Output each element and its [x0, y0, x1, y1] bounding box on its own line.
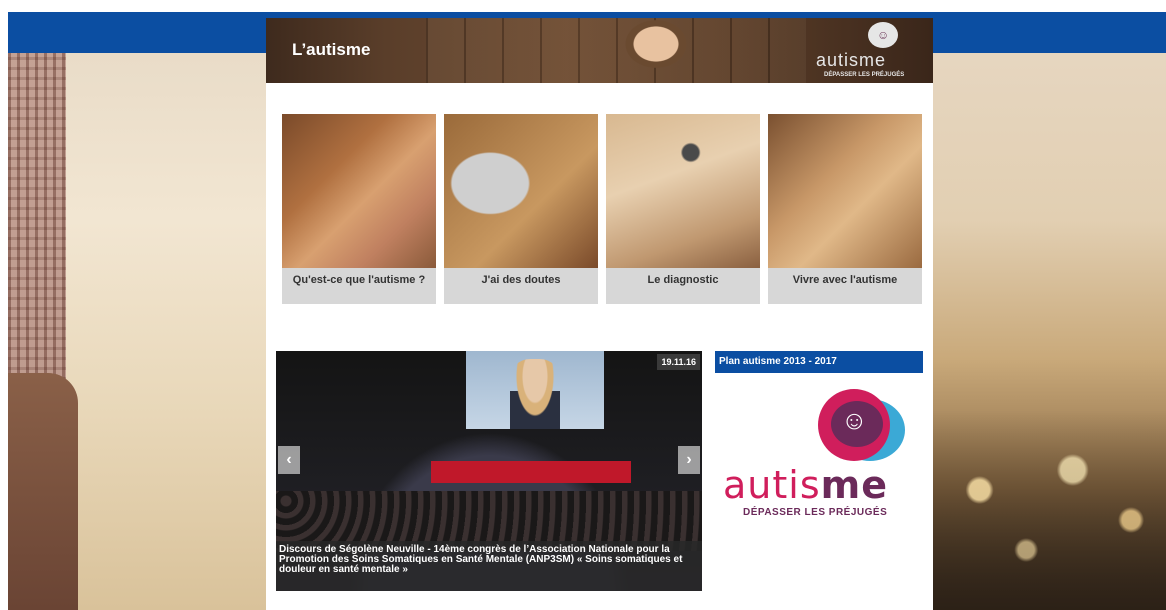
smile-face-icon: ☺	[841, 405, 868, 435]
slide-projection-screen	[466, 351, 604, 429]
background-figure-body	[8, 373, 78, 610]
chevron-right-icon[interactable]: ›	[678, 446, 700, 474]
tile-le-diagnostic[interactable]: Le diagnostic	[606, 114, 760, 304]
tile-photo	[282, 114, 436, 268]
slide-date-badge: 19.11.16	[657, 354, 700, 370]
slide-speaker-figure	[510, 359, 560, 429]
background-right-image	[933, 53, 1166, 610]
tile-photo	[444, 114, 598, 268]
tile-label: Qu'est-ce que l'autisme ?	[292, 274, 426, 286]
autisme-logo-large[interactable]: ☺ autisme DÉPASSER LES PRÉJUGÉS	[723, 389, 913, 519]
background-left-image	[8, 53, 266, 610]
tile-vivre-avec-lautisme[interactable]: Vivre avec l'autisme	[768, 114, 922, 304]
background-bokeh	[933, 410, 1166, 610]
tile-jai-des-doutes[interactable]: J'ai des doutes	[444, 114, 598, 304]
autisme-logo-small[interactable]: ☺ autisme DÉPASSER LES PRÉJUGÉS	[812, 20, 930, 82]
page-banner: L’autisme ☺ autisme DÉPASSER LES PRÉJUGÉ…	[266, 18, 933, 83]
logo-tagline: DÉPASSER LES PRÉJUGÉS	[824, 72, 905, 78]
sidebar-header[interactable]: Plan autisme 2013 - 2017	[715, 351, 923, 373]
tile-photo	[768, 114, 922, 268]
chevron-left-icon[interactable]: ‹	[278, 446, 300, 474]
tile-photo	[606, 114, 760, 268]
tile-label: Vivre avec l'autisme	[792, 274, 898, 286]
smile-bubble-icon: ☺	[868, 22, 898, 48]
logo-word: autisme	[723, 463, 888, 507]
news-slider[interactable]: 19.11.16 ‹ › Discours de Ségolène Neuvil…	[276, 351, 702, 591]
page-title: L’autisme	[292, 40, 371, 59]
slide-caption[interactable]: Discours de Ségolène Neuville - 14ème co…	[276, 541, 702, 591]
sidebar-plan-autisme: Plan autisme 2013 - 2017 ☺ autisme DÉPAS…	[715, 351, 923, 571]
banner-boy-image	[606, 18, 706, 83]
tile-label: Le diagnostic	[647, 274, 719, 286]
logo-word: autisme	[816, 50, 887, 70]
slide-stage-table	[431, 461, 631, 483]
main-content: L’autisme ☺ autisme DÉPASSER LES PRÉJUGÉ…	[266, 18, 933, 610]
logo-tagline: DÉPASSER LES PRÉJUGÉS	[743, 507, 888, 518]
tile-label: J'ai des doutes	[481, 274, 561, 286]
tile-quest-ce-que-lautisme[interactable]: Qu'est-ce que l'autisme ?	[282, 114, 436, 304]
